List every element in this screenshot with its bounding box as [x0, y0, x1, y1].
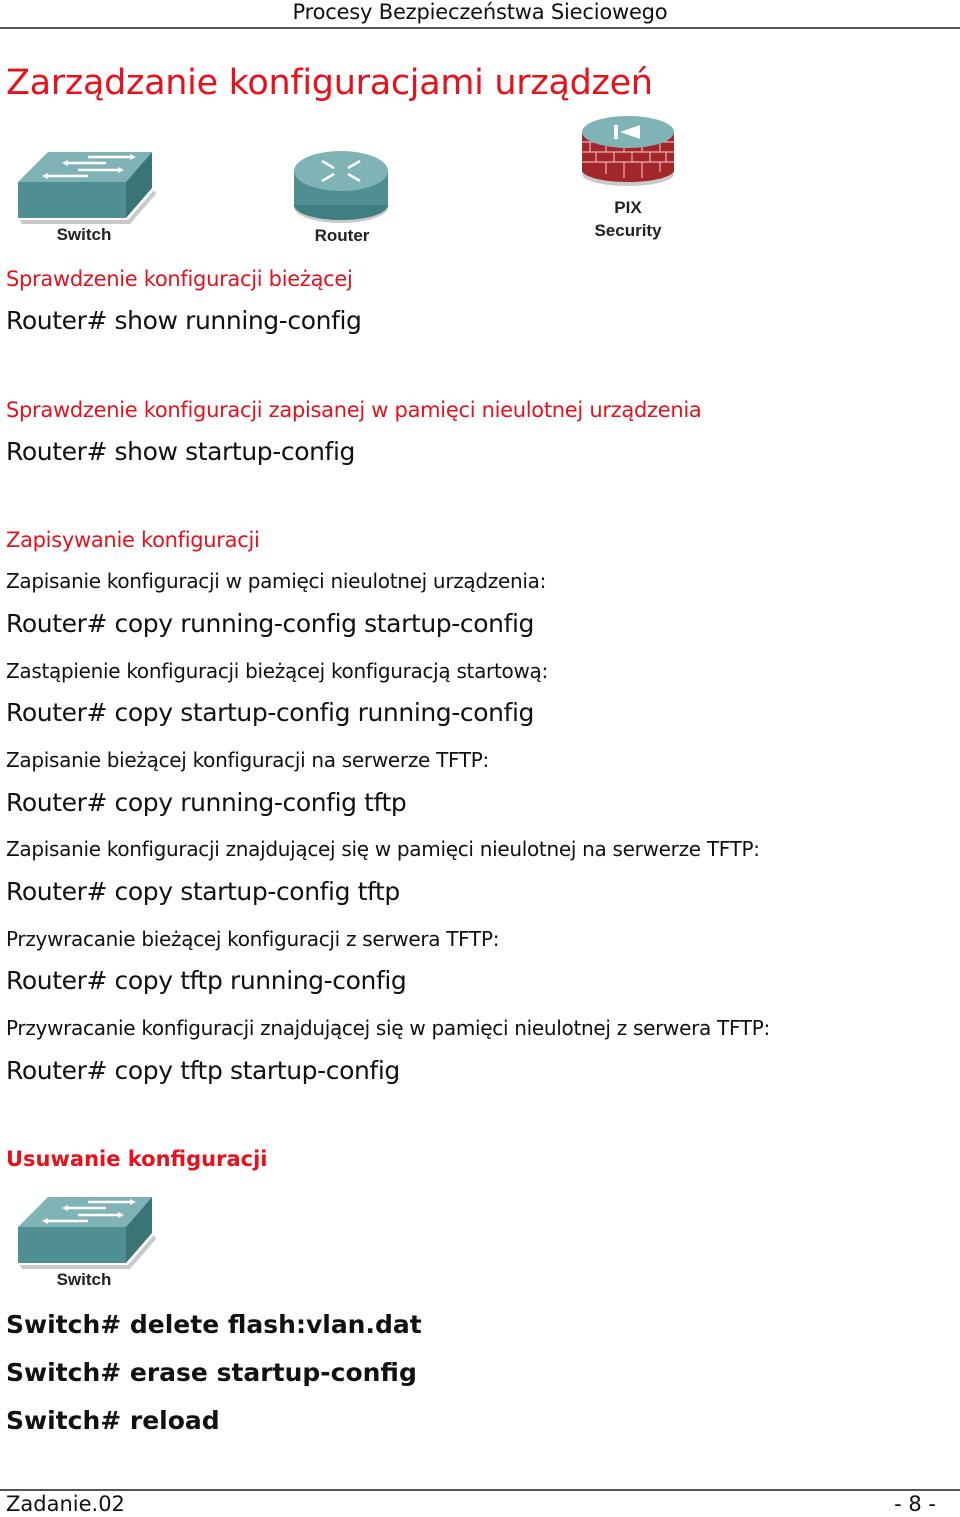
heading-check-running: Sprawdzenie konfiguracji bieżącej [6, 267, 353, 291]
heading-saving: Zapisywanie konfiguracji [6, 528, 260, 552]
page-title: Zarządzanie konfiguracjami urządzeń [6, 63, 653, 104]
command-show-startup: Router# show startup-config [6, 437, 355, 466]
heading-deleting: Usuwanie konfiguracji [6, 1147, 268, 1171]
description: Zapisanie bieżącej konfiguracji na serwe… [6, 748, 489, 772]
switch-icon [18, 1197, 156, 1269]
footer-label: Zadanie.02 [6, 1492, 125, 1516]
command: Router# copy tftp running-config [6, 966, 407, 995]
description: Zapisanie konfiguracji w pamięci nieulot… [6, 569, 547, 593]
command: Router# copy startup-config tftp [6, 877, 400, 906]
switch-label: Switch [56, 1270, 112, 1289]
command: Router# copy running-config tftp [6, 788, 407, 817]
heading-check-startup: Sprawdzenie konfiguracji zapisanej w pam… [6, 398, 702, 422]
description: Zapisanie konfiguracji znajdującej się w… [6, 837, 760, 861]
switch-label: Switch [56, 225, 112, 244]
command: Router# copy running-config startup-conf… [6, 609, 535, 638]
device-router: Router [262, 143, 422, 253]
router-label: Router [314, 226, 370, 245]
footer-rule [0, 1489, 960, 1491]
command: Router# copy startup-config running-conf… [6, 698, 535, 727]
description: Przywracanie konfiguracji znajdującej si… [6, 1016, 770, 1040]
device-switch-delete: Switch [4, 1185, 164, 1295]
router-icon [294, 151, 388, 223]
command-reload: Switch# reload [6, 1406, 220, 1435]
running-header: Procesy Bezpieczeństwa Sieciowego [292, 0, 668, 24]
command: Router# copy tftp startup-config [6, 1056, 400, 1085]
description: Zastąpienie konfiguracji bieżącej konfig… [6, 659, 548, 683]
header-rule [0, 27, 960, 29]
pix-firewall-icon [582, 116, 674, 186]
device-pix-security: PIX Security [548, 108, 708, 248]
pix-label-line1: PIX [614, 198, 642, 217]
pix-label-line2: Security [594, 221, 662, 240]
command-erase-startup: Switch# erase startup-config [6, 1358, 417, 1387]
device-switch: Switch [4, 140, 164, 250]
switch-icon [18, 152, 156, 224]
description: Przywracanie bieżącej konfiguracji z ser… [6, 927, 500, 951]
command-show-running: Router# show running-config [6, 306, 362, 335]
command-delete-vlan: Switch# delete flash:vlan.dat [6, 1310, 422, 1339]
page-number: - 8 - [894, 1492, 936, 1516]
